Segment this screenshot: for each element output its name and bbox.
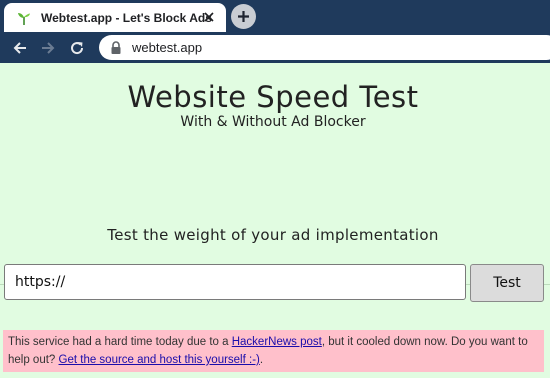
arrow-left-icon bbox=[12, 40, 28, 56]
browser-toolbar: webtest.app bbox=[0, 32, 550, 63]
active-tab[interactable]: Webtest.app - Let's Block Ads bbox=[4, 3, 226, 32]
page-subtitle: With & Without Ad Blocker bbox=[180, 114, 366, 130]
page-title: Website Speed Test bbox=[127, 80, 419, 114]
notice-text-1: This service had a hard time today due t… bbox=[8, 336, 232, 348]
address-text: webtest.app bbox=[132, 40, 203, 55]
tagline: Test the weight of your ad implementatio… bbox=[107, 226, 439, 244]
address-bar[interactable]: webtest.app bbox=[99, 35, 550, 60]
forward-button[interactable] bbox=[37, 37, 59, 59]
notice-text-3: . bbox=[259, 354, 264, 366]
url-input[interactable] bbox=[4, 264, 466, 300]
source-link[interactable]: Get the source and host this yourself :-… bbox=[59, 354, 260, 366]
tab-title: Webtest.app - Let's Block Ads bbox=[41, 10, 212, 25]
reload-button[interactable] bbox=[66, 37, 88, 59]
new-tab-button[interactable] bbox=[231, 4, 256, 29]
test-button[interactable]: Test bbox=[470, 264, 544, 302]
hackernews-link[interactable]: HackerNews post bbox=[232, 336, 322, 348]
lock-icon bbox=[110, 40, 122, 55]
close-icon[interactable] bbox=[201, 9, 217, 25]
tab-strip: Webtest.app - Let's Block Ads bbox=[0, 0, 550, 32]
notice-banner: This service had a hard time today due t… bbox=[3, 330, 544, 372]
back-button[interactable] bbox=[9, 37, 31, 59]
page-content: Website Speed Test With & Without Ad Blo… bbox=[0, 63, 550, 378]
reload-icon bbox=[69, 40, 85, 56]
sprout-icon bbox=[16, 10, 32, 26]
plus-icon bbox=[237, 10, 250, 23]
arrow-right-icon bbox=[40, 40, 56, 56]
